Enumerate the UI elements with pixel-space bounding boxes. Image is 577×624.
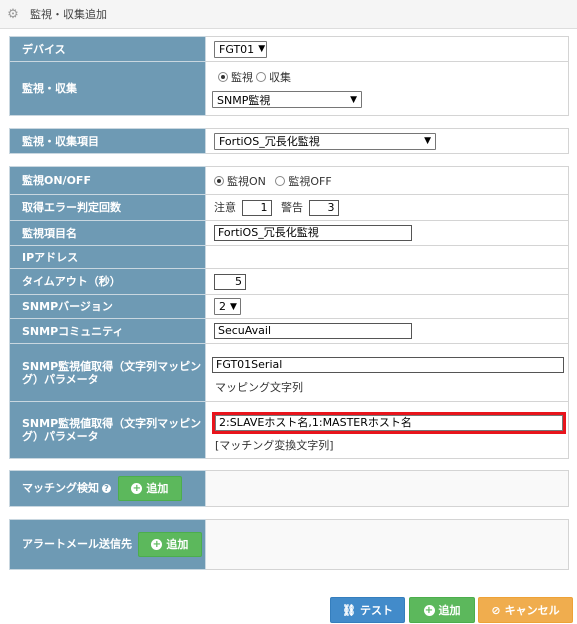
plus-circle-icon: + — [151, 539, 163, 550]
cancel-circle-icon: ⊘ — [491, 603, 501, 617]
timeout-label: タイムアウト（秒） — [9, 268, 206, 295]
title-bar: ⚙ 監視・収集追加 — [0, 0, 577, 29]
warn-input[interactable]: 1 — [241, 200, 272, 216]
alert-mail-table: アラートメール送信先 + 追加 — [9, 519, 569, 570]
community-label: SNMPコミュニティ — [9, 318, 206, 344]
add-button[interactable]: + 追加 — [409, 597, 475, 623]
item-name-label: 監視項目名 — [9, 220, 206, 246]
radio-monitor[interactable]: 監視 — [218, 69, 253, 85]
device-table: デバイス FGT01 ▼ 監視・収集 監視 収集 SNMP監視 ▼ — [9, 36, 569, 116]
chevron-down-icon: ▼ — [230, 301, 237, 312]
timeout-input[interactable]: 5 — [214, 273, 246, 290]
item-table: 監視・収集項目 FortiOS_冗長化監視 ▼ — [9, 128, 569, 154]
settings-table: 監視ON/OFF 監視ON 監視OFF 取得エラー判定回数 注意 1 警告 3 … — [9, 166, 569, 459]
warn-label: 注意 — [214, 201, 236, 214]
radio-on[interactable]: 監視ON — [214, 173, 266, 189]
matching-table: マッチング検知? + 追加 — [9, 470, 569, 507]
cancel-button[interactable]: ⊘ キャンセル — [478, 597, 573, 623]
help-icon[interactable]: ? — [102, 484, 111, 493]
monitor-type-select[interactable]: SNMP監視 ▼ — [212, 91, 362, 108]
radio-collect[interactable]: 収集 — [256, 69, 291, 85]
test-button[interactable]: ⛓ テスト — [330, 597, 405, 623]
snmp-version-select[interactable]: 2 ▼ — [214, 298, 241, 315]
error-count-label: 取得エラー判定回数 — [9, 194, 206, 221]
radio-dot-icon — [275, 175, 286, 186]
radio-dot-icon — [256, 71, 266, 82]
alert-input[interactable]: 3 — [308, 200, 339, 216]
snmp-version-label: SNMPバージョン — [9, 294, 206, 319]
monitor-collect-label: 監視・収集 — [9, 61, 206, 116]
radio-off[interactable]: 監視OFF — [275, 173, 332, 189]
highlight-box: 2:SLAVEホスト名,1:MASTERホスト名 — [212, 412, 566, 434]
ip-label: IPアドレス — [9, 245, 206, 269]
alert-mail-area — [205, 519, 569, 570]
chevron-down-icon: ▼ — [424, 136, 431, 146]
device-label: デバイス — [9, 36, 206, 62]
link-icon: ⛓ — [342, 603, 356, 617]
item-label: 監視・収集項目 — [9, 128, 206, 154]
mapping2-hint: [マッチング変換文字列] — [215, 439, 334, 452]
alert-mail-label: アラートメール送信先 — [22, 537, 132, 551]
mapping1-label: SNMP監視値取得（文字列マッピング）パラメータ — [9, 343, 206, 402]
alert-mail-add-button[interactable]: + 追加 — [137, 532, 202, 557]
device-select[interactable]: FGT01 ▼ — [214, 40, 267, 58]
page-title: 監視・収集追加 — [30, 8, 107, 21]
plus-circle-icon: + — [423, 604, 435, 616]
alert-label: 警告 — [281, 201, 303, 214]
community-input[interactable]: SecuAvail — [214, 323, 412, 339]
mapping2-label: SNMP監視値取得（文字列マッピング）パラメータ — [9, 401, 206, 459]
plus-circle-icon: + — [131, 483, 143, 494]
item-select[interactable]: FortiOS_冗長化監視 ▼ — [214, 132, 436, 150]
item-name-input[interactable]: FortiOS_冗長化監視 — [214, 225, 412, 241]
matching-add-button[interactable]: + 追加 — [117, 476, 182, 501]
gear-icon: ⚙ — [7, 6, 19, 22]
mapping2-input[interactable]: 2:SLAVEホスト名,1:MASTERホスト名 — [215, 415, 563, 431]
radio-dot-icon — [218, 71, 228, 82]
matching-label: マッチング検知 — [22, 481, 99, 495]
onoff-label: 監視ON/OFF — [9, 166, 206, 195]
mapping1-hint: マッピング文字列 — [215, 380, 303, 394]
chevron-down-icon: ▼ — [258, 44, 266, 54]
mapping1-input[interactable]: FGT01Serial — [212, 356, 564, 373]
chevron-down-icon: ▼ — [350, 94, 357, 105]
radio-dot-icon — [214, 175, 224, 186]
ip-value — [205, 245, 569, 269]
matching-area — [205, 470, 569, 507]
